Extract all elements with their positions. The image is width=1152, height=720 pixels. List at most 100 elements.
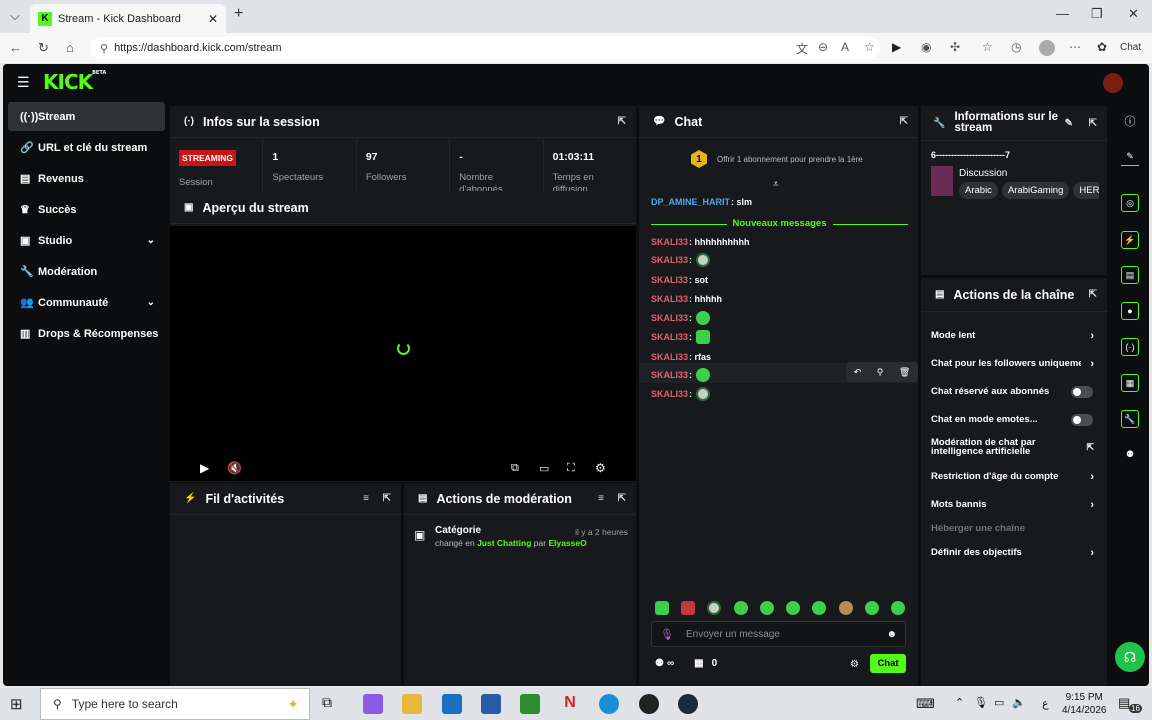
popout-icon[interactable]: ⇱ <box>1089 289 1097 300</box>
scroll-down-icon[interactable]: ⩡ <box>773 179 779 190</box>
fullscreen-icon[interactable]: ⛶ <box>567 462 575 475</box>
sidebar-item-achievements[interactable]: ♛ Succès <box>8 195 165 224</box>
focus-icon[interactable]: ◎ <box>1121 194 1139 212</box>
followers-only-row[interactable]: Chat pour les followers uniquement › <box>931 358 1097 370</box>
emote-icon[interactable] <box>681 601 696 615</box>
extension-arrow-icon[interactable]: ▶ <box>892 40 901 54</box>
emote-icon[interactable] <box>759 601 774 615</box>
ai-moderation-row[interactable]: Modération de chat par intelligence arti… <box>931 438 1097 457</box>
site-info-icon[interactable]: ⚲ <box>100 42 108 55</box>
xbox-icon[interactable] <box>520 694 540 714</box>
community-icon[interactable]: ⚉ <box>655 658 664 669</box>
popout-icon[interactable]: ⇱ <box>900 116 908 127</box>
emote-icon[interactable] <box>786 601 801 615</box>
popout-icon[interactable]: ⇱ <box>618 116 626 127</box>
theater-icon[interactable]: ▭ <box>539 462 549 475</box>
sidebar-item-community[interactable]: 👥 Communauté ⌄ <box>8 288 165 317</box>
age-restriction-row[interactable]: Restriction d'âge du compte › <box>931 471 1097 483</box>
wrench-icon[interactable]: 🔧 <box>1121 410 1139 428</box>
favorite-star-icon[interactable]: ☆ <box>864 40 875 54</box>
close-window-icon[interactable]: ✕ <box>1128 6 1139 22</box>
edit-icon[interactable]: ✎ <box>1121 148 1139 166</box>
browser-tab[interactable]: K Stream - Kick Dashboard ✕ <box>30 4 226 33</box>
tab-close-icon[interactable]: ✕ <box>208 12 218 26</box>
refresh-icon[interactable]: ↻ <box>38 40 49 56</box>
sidebar-item-url-key[interactable]: 🔗 URL et clé du stream <box>8 133 165 162</box>
windows-start-icon[interactable]: ⊞ <box>10 695 23 713</box>
sub-offer[interactable]: 1 Offrir 1 abonnement pour prendre la 1è… <box>691 150 863 168</box>
bolt-icon[interactable]: ⚡ <box>1121 231 1139 249</box>
netflix-icon[interactable]: N <box>560 694 580 714</box>
taskbar-search[interactable]: ⚲ Type here to search ✦ <box>40 688 310 720</box>
chat-input[interactable]: 🎙 Envoyer un message ☻ <box>651 621 906 647</box>
popout-icon[interactable]: ⇱ <box>383 493 391 504</box>
edge-icon[interactable] <box>599 694 619 714</box>
sidebar-item-revenue[interactable]: ▤ Revenus <box>8 164 165 193</box>
new-tab-icon[interactable]: + <box>234 5 243 23</box>
copilot-icon[interactable]: ✿ <box>1097 40 1107 54</box>
read-aloud-icon[interactable]: A <box>841 40 849 54</box>
tab-list-icon[interactable]: ⌵ <box>10 8 20 24</box>
support-chat-button[interactable]: ☊ <box>1115 642 1145 672</box>
set-goals-row[interactable]: Définir des objectifs › <box>931 547 1097 559</box>
reply-icon[interactable]: ↶ <box>854 367 862 378</box>
kick-logo[interactable]: KICKBETA <box>43 70 106 94</box>
task-view-icon[interactable]: ⧉ <box>322 694 342 714</box>
store-app-icon[interactable] <box>481 694 501 714</box>
emoji-icon[interactable]: ☻ <box>886 629 897 640</box>
document-icon[interactable]: ▤ <box>1121 266 1139 284</box>
app-icon[interactable] <box>639 694 659 714</box>
broadcast-icon[interactable]: (·) <box>1121 338 1139 356</box>
microphone-icon[interactable]: 🎙 <box>660 628 674 641</box>
emote-icon[interactable] <box>733 601 748 615</box>
emote-mode-toggle[interactable] <box>1071 413 1093 426</box>
chat-bubble-icon[interactable]: ● <box>1121 302 1139 320</box>
emote-icon[interactable] <box>707 601 722 615</box>
emote-icon[interactable] <box>812 601 827 615</box>
sidebar-item-studio[interactable]: ▣ Studio ⌄ <box>8 226 165 255</box>
video-player[interactable]: ▶ 🔇 ⧉ ▭ ⛶ ⚙ <box>170 226 636 481</box>
subscribers-only-toggle[interactable] <box>1071 385 1093 398</box>
edit-icon[interactable]: ✎ <box>1065 118 1073 129</box>
keyboard-icon[interactable]: ⌨ <box>916 696 935 712</box>
mail-icon[interactable] <box>442 694 462 714</box>
popout-icon[interactable]: ⇱ <box>1089 118 1097 129</box>
banned-words-row[interactable]: Mots bannis › <box>931 499 1097 511</box>
restore-icon[interactable]: ❐ <box>1091 6 1103 22</box>
clock[interactable]: 9:15 PM 4/14/2026 <box>1062 691 1107 717</box>
favorites-icon[interactable]: ☆ <box>982 40 993 54</box>
emote-icon[interactable] <box>838 601 853 615</box>
emote-icon[interactable] <box>864 601 879 615</box>
filter-icon[interactable]: ≡ <box>363 493 369 504</box>
emote-icon[interactable] <box>890 601 905 615</box>
emote-icon[interactable] <box>655 601 669 615</box>
popout-icon[interactable]: ⇱ <box>618 493 626 504</box>
home-icon[interactable]: ⌂ <box>66 40 74 55</box>
network-icon[interactable]: ▭ <box>994 696 1004 709</box>
copilot-label[interactable]: Chat <box>1120 42 1141 53</box>
history-icon[interactable]: ◷ <box>1011 40 1021 54</box>
info-icon[interactable]: ⓘ <box>1121 112 1139 130</box>
pip-icon[interactable]: ⧉ <box>511 462 519 475</box>
send-chat-button[interactable]: Chat <box>870 654 906 673</box>
back-icon[interactable]: ← <box>9 40 22 55</box>
file-explorer-icon[interactable] <box>402 694 422 714</box>
store-icon[interactable]: ▦ <box>694 658 703 669</box>
language-indicator[interactable]: ع <box>1042 697 1049 710</box>
extensions-icon[interactable]: ✣ <box>950 40 960 54</box>
delete-icon[interactable]: 🗑 <box>899 367 910 378</box>
minimize-icon[interactable]: — <box>1056 6 1069 21</box>
mute-icon[interactable]: 🔇 <box>227 461 242 475</box>
slow-mode-row[interactable]: Mode lent › <box>931 330 1097 342</box>
settings-gear-icon[interactable]: ⚙ <box>595 461 606 475</box>
volume-icon[interactable]: 🔈 <box>1012 696 1026 709</box>
translate-icon[interactable]: 文 <box>796 40 808 57</box>
extension-shield-icon[interactable]: ◉ <box>921 40 931 54</box>
pin-icon[interactable]: ⚲ <box>877 367 884 378</box>
profile-avatar[interactable] <box>1039 40 1055 56</box>
steam-icon[interactable] <box>678 694 698 714</box>
more-icon[interactable]: ⋯ <box>1069 40 1081 54</box>
hamburger-menu-icon[interactable]: ☰ <box>17 74 30 91</box>
copilot-app-icon[interactable] <box>363 694 383 714</box>
microphone-tray-icon[interactable]: 🎙 <box>974 696 988 709</box>
